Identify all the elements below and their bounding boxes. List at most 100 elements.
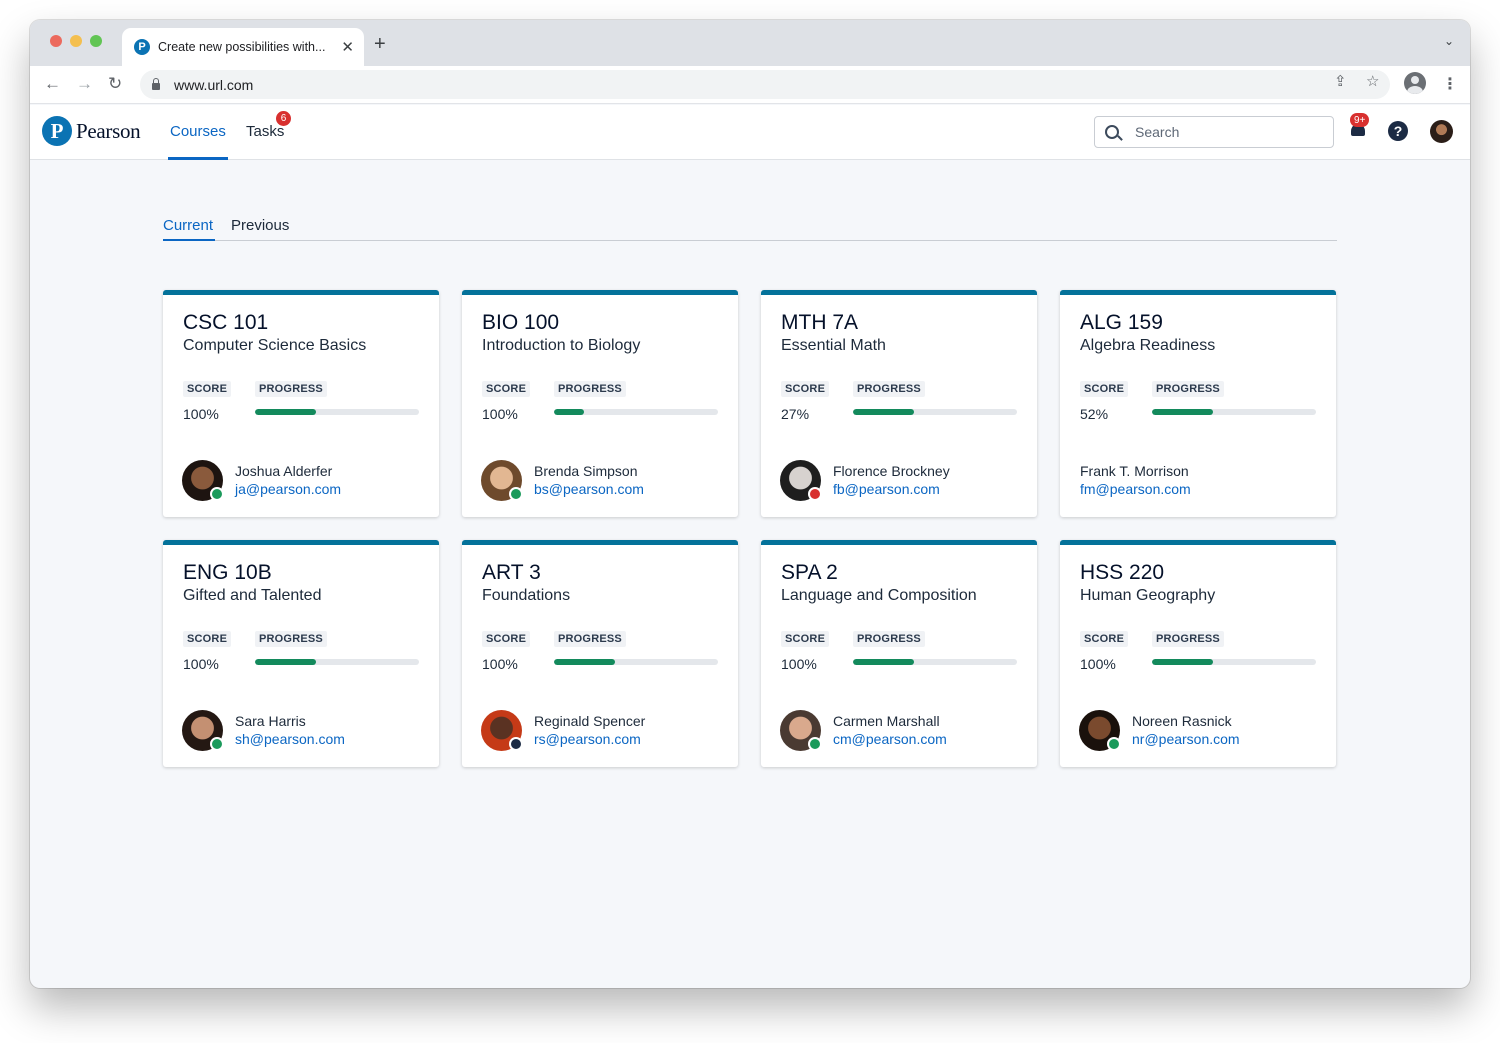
search-icon bbox=[1105, 125, 1119, 139]
nav-courses-underline bbox=[168, 157, 228, 160]
score-value: 100% bbox=[482, 406, 518, 422]
score-label: SCORE bbox=[1080, 381, 1129, 397]
course-name: Algebra Readiness bbox=[1080, 337, 1216, 354]
notifications-badge: 9+ bbox=[1350, 113, 1370, 127]
browser-tab[interactable]: P Create new possibilities with... ✕ bbox=[122, 28, 364, 66]
progress-bar bbox=[255, 659, 419, 665]
status-online-icon bbox=[509, 487, 523, 501]
score-label: SCORE bbox=[781, 381, 830, 397]
browser-profile-icon[interactable] bbox=[1404, 72, 1426, 94]
bookmark-star-icon[interactable]: ☆ bbox=[1366, 72, 1379, 90]
course-card[interactable]: MTH 7A Essential Math SCORE PROGRESS 27% Flor… bbox=[761, 290, 1037, 517]
instructor-email-link[interactable]: ja@pearson.com bbox=[235, 481, 341, 497]
close-tab-icon[interactable]: ✕ bbox=[341, 38, 354, 56]
status-online-icon bbox=[210, 737, 224, 751]
new-tab-icon[interactable]: + bbox=[374, 33, 386, 56]
instructor-email-link[interactable]: rs@pearson.com bbox=[534, 731, 641, 747]
progress-bar-fill bbox=[255, 659, 316, 665]
course-code: HSS 220 bbox=[1080, 561, 1165, 584]
score-value: 52% bbox=[1080, 406, 1109, 422]
course-card[interactable]: HSS 220 Human Geography SCORE PROGRESS 100% N… bbox=[1060, 540, 1336, 767]
progress-bar bbox=[1152, 409, 1316, 415]
address-bar[interactable]: www.url.com bbox=[140, 70, 1390, 99]
close-window-button[interactable] bbox=[50, 35, 62, 47]
user-avatar[interactable] bbox=[1430, 120, 1453, 143]
browser-menu-icon[interactable]: ⋮ bbox=[1442, 74, 1458, 94]
instructor-email-link[interactable]: fm@pearson.com bbox=[1080, 481, 1191, 497]
course-card[interactable]: CSC 101 Computer Science Basics SCORE PROGR… bbox=[163, 290, 439, 517]
progress-bar-fill bbox=[554, 409, 584, 415]
progress-bar-fill bbox=[255, 409, 316, 415]
progress-bar-fill bbox=[853, 409, 914, 415]
tasks-count-badge: 6 bbox=[276, 111, 291, 126]
instructor-email-link[interactable]: fb@pearson.com bbox=[833, 481, 940, 497]
status-online-icon bbox=[1107, 737, 1121, 751]
instructor-name: Noreen Rasnick bbox=[1132, 713, 1232, 729]
course-code: ART 3 bbox=[482, 561, 541, 584]
score-value: 27% bbox=[781, 406, 810, 422]
progress-bar-fill bbox=[853, 659, 914, 665]
help-icon[interactable]: ? bbox=[1388, 121, 1408, 141]
browser-toolbar: ← → ↻ www.url.com ⇪ ☆ ⋮ bbox=[30, 66, 1470, 104]
progress-bar-fill bbox=[1152, 409, 1213, 415]
instructor-name: Reginald Spencer bbox=[534, 713, 646, 729]
course-card[interactable]: ENG 10B Gifted and Talented SCORE PROGRESS 1… bbox=[163, 540, 439, 767]
progress-label: PROGRESS bbox=[853, 381, 925, 397]
course-name: Computer Science Basics bbox=[183, 337, 367, 354]
score-label: SCORE bbox=[482, 631, 531, 647]
tab-previous[interactable]: Previous bbox=[231, 217, 289, 234]
course-code: BIO 100 bbox=[482, 311, 560, 334]
status-away-icon bbox=[509, 737, 523, 751]
progress-bar-fill bbox=[554, 659, 615, 665]
instructor-email-link[interactable]: bs@pearson.com bbox=[534, 481, 644, 497]
course-name: Essential Math bbox=[781, 337, 886, 354]
course-card[interactable]: ART 3 Foundations SCORE PROGRESS 100% Reginal… bbox=[462, 540, 738, 767]
url-text[interactable]: www.url.com bbox=[174, 77, 253, 93]
instructor-email-link[interactable]: sh@pearson.com bbox=[235, 731, 345, 747]
course-card[interactable]: SPA 2 Language and Composition SCORE PROGRE… bbox=[761, 540, 1037, 767]
course-code: ALG 159 bbox=[1080, 311, 1163, 334]
course-name: Human Geography bbox=[1080, 587, 1216, 604]
nav-tasks[interactable]: Tasks bbox=[246, 123, 284, 140]
score-label: SCORE bbox=[1080, 631, 1129, 647]
forward-arrow-icon[interactable]: → bbox=[76, 74, 93, 94]
maximize-window-button[interactable] bbox=[90, 35, 102, 47]
search-input[interactable] bbox=[1135, 124, 1305, 140]
search-field[interactable] bbox=[1094, 116, 1334, 148]
progress-bar bbox=[853, 409, 1017, 415]
minimize-window-button[interactable] bbox=[70, 35, 82, 47]
progress-bar-fill bbox=[1152, 659, 1213, 665]
course-card[interactable]: ALG 159 Algebra Readiness SCORE PROGRESS 52%… bbox=[1060, 290, 1336, 517]
status-busy-icon bbox=[808, 487, 822, 501]
course-card[interactable]: BIO 100 Introduction to Biology SCORE PROGR… bbox=[462, 290, 738, 517]
nav-courses[interactable]: Courses bbox=[170, 123, 226, 140]
progress-bar bbox=[853, 659, 1017, 665]
pearson-logo-text: Pearson bbox=[76, 118, 141, 143]
course-code: SPA 2 bbox=[781, 561, 838, 584]
pearson-logo-mark-icon: P bbox=[42, 116, 72, 146]
tab-search-chevron-icon[interactable]: ⌄ bbox=[1444, 34, 1454, 48]
score-label: SCORE bbox=[183, 631, 232, 647]
progress-bar bbox=[1152, 659, 1316, 665]
status-online-icon bbox=[808, 737, 822, 751]
progress-label: PROGRESS bbox=[1152, 631, 1224, 647]
share-icon[interactable]: ⇪ bbox=[1334, 72, 1347, 90]
score-value: 100% bbox=[1080, 656, 1116, 672]
instructor-name: Carmen Marshall bbox=[833, 713, 940, 729]
course-name: Language and Composition bbox=[781, 587, 977, 604]
score-label: SCORE bbox=[482, 381, 531, 397]
course-name: Introduction to Biology bbox=[482, 337, 641, 354]
tab-current[interactable]: Current bbox=[163, 217, 213, 234]
progress-label: PROGRESS bbox=[255, 381, 327, 397]
course-code: CSC 101 bbox=[183, 311, 269, 334]
back-arrow-icon[interactable]: ← bbox=[44, 74, 61, 94]
instructor-email-link[interactable]: nr@pearson.com bbox=[1132, 731, 1240, 747]
reload-icon[interactable]: ↻ bbox=[108, 74, 122, 94]
pearson-logo[interactable]: P Pearson bbox=[42, 116, 141, 146]
instructor-name: Florence Brockney bbox=[833, 463, 950, 479]
browser-window: P Create new possibilities with... ✕ + ⌄… bbox=[30, 20, 1470, 988]
progress-bar bbox=[554, 409, 718, 415]
instructor-email-link[interactable]: cm@pearson.com bbox=[833, 731, 947, 747]
score-label: SCORE bbox=[781, 631, 830, 647]
instructor-name: Sara Harris bbox=[235, 713, 306, 729]
